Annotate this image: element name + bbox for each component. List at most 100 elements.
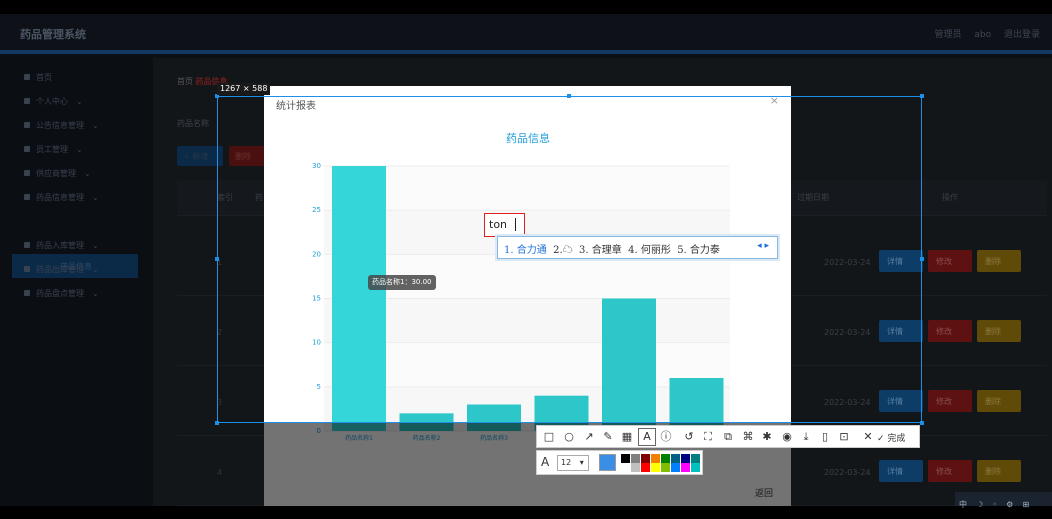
resize-handle[interactable]: [215, 421, 219, 425]
search-label: 药品名称: [177, 119, 209, 128]
chevron-down-icon: ⌄: [92, 193, 99, 202]
text-tool-icon[interactable]: A: [638, 428, 656, 446]
ime-indicator[interactable]: 中: [959, 500, 967, 509]
pen-tool-icon[interactable]: ✎: [600, 429, 616, 445]
color-swatch[interactable]: [641, 454, 650, 463]
edit-button[interactable]: 修改: [928, 390, 972, 412]
col-name: 药: [255, 193, 263, 202]
sidebar-item-suppliers[interactable]: 供应商管理 ⌄: [24, 168, 91, 179]
phone-icon[interactable]: ▯: [817, 429, 833, 445]
detail-button[interactable]: 详情: [879, 390, 923, 412]
detail-button[interactable]: 详情: [879, 460, 923, 482]
resize-handle[interactable]: [567, 94, 571, 98]
y-tick-label: 25: [312, 206, 321, 214]
close-icon[interactable]: ✕: [860, 429, 876, 445]
color-swatch[interactable]: [681, 463, 690, 472]
color-swatch[interactable]: [631, 454, 640, 463]
rectangle-tool-icon[interactable]: □: [541, 429, 557, 445]
sidebar-item-profile[interactable]: 个人中心 ⌄: [24, 96, 83, 107]
long-capture-icon[interactable]: ⌘: [740, 429, 756, 445]
chevron-down-icon: ⌄: [92, 265, 99, 274]
ime-page-arrows[interactable]: ◂ ▸: [757, 241, 769, 251]
bar-5[interactable]: [602, 298, 656, 432]
download-icon[interactable]: ⤓: [798, 429, 814, 445]
settings-icon[interactable]: ⚙: [1006, 500, 1013, 509]
color-swatch[interactable]: [691, 463, 700, 472]
resize-handle[interactable]: [215, 257, 219, 261]
ime-candidate[interactable]: 1. 合力通: [504, 245, 547, 256]
color-swatch[interactable]: [621, 454, 630, 463]
sidebar-item-drug-info[interactable]: 药品信息管理 ⌄: [24, 192, 99, 203]
ime-candidate[interactable]: 5. 合力泰: [677, 245, 720, 256]
ocr-icon[interactable]: ⧉: [720, 429, 736, 445]
text-annotation-input[interactable]: ton: [484, 213, 525, 237]
col-expiry[interactable]: 过期日期: [797, 192, 829, 203]
color-swatch[interactable]: [661, 463, 670, 472]
delete-row-button[interactable]: 删除: [977, 460, 1021, 482]
color-swatch[interactable]: [691, 454, 700, 463]
font-size-select[interactable]: 12 ▾: [557, 455, 589, 471]
sidebar-item-notices[interactable]: 公告信息管理 ⌄: [24, 120, 99, 131]
bookmark-icon[interactable]: ⊡: [836, 429, 852, 445]
detail-button[interactable]: 详情: [879, 250, 923, 272]
ime-candidate[interactable]: 2.: [553, 245, 563, 256]
staff-icon: [24, 146, 30, 152]
bar-3[interactable]: [467, 404, 521, 432]
translate-icon[interactable]: ⛶: [700, 429, 716, 445]
logout-link[interactable]: 退出登录: [1004, 30, 1040, 40]
current-color-swatch[interactable]: [599, 454, 616, 471]
color-swatch[interactable]: [661, 454, 670, 463]
sidebar-item-staff[interactable]: 员工管理 ⌄: [24, 144, 83, 155]
x-axis-ticks: 药品名称1 药品名称2 药品名称3: [345, 434, 508, 442]
delete-row-button[interactable]: 删除: [977, 320, 1021, 342]
color-palette: [621, 454, 701, 472]
delete-button[interactable]: 删除: [229, 146, 269, 166]
bar-1[interactable]: [332, 166, 386, 431]
selection-size-label: 1267 × 588: [217, 83, 271, 95]
ime-candidate[interactable]: 3. 合理章: [579, 245, 622, 256]
delete-row-button[interactable]: 删除: [977, 390, 1021, 412]
resize-handle[interactable]: [920, 94, 924, 98]
sidebar-item-stock-in[interactable]: 药品入库管理 ⌄: [24, 240, 99, 251]
sidebar-item-inventory[interactable]: 药品盘点管理 ⌄: [24, 288, 99, 299]
user-icon: [24, 98, 30, 104]
sidebar-item-home[interactable]: 首页: [24, 72, 52, 83]
grid-icon[interactable]: ⊞: [1022, 500, 1029, 509]
y-tick-label: 5: [317, 383, 321, 391]
add-button[interactable]: + 新增: [177, 146, 223, 166]
bar-2[interactable]: [399, 413, 454, 431]
bar-6[interactable]: [669, 378, 724, 431]
mosaic-tool-icon[interactable]: ▦: [619, 429, 635, 445]
resize-handle[interactable]: [920, 257, 924, 261]
color-swatch[interactable]: [631, 463, 640, 472]
edit-button[interactable]: 修改: [928, 460, 972, 482]
undo-icon[interactable]: ↺: [681, 429, 697, 445]
dot-icon[interactable]: ◦: [992, 500, 997, 509]
color-swatch[interactable]: [641, 463, 650, 472]
sidebar-item-stock-out[interactable]: 药品出库管理 ⌄: [24, 264, 99, 275]
arrow-tool-icon[interactable]: ↗: [581, 429, 597, 445]
number-tool-icon[interactable]: ⓘ: [658, 429, 674, 445]
back-button[interactable]: 返回: [755, 486, 773, 499]
color-swatch[interactable]: [671, 463, 680, 472]
edit-button[interactable]: 修改: [928, 320, 972, 342]
moon-icon[interactable]: ☽: [976, 500, 983, 509]
color-swatch[interactable]: [651, 463, 660, 472]
color-swatch[interactable]: [671, 454, 680, 463]
record-icon[interactable]: ◉: [779, 429, 795, 445]
color-swatch[interactable]: [651, 454, 660, 463]
delete-row-button[interactable]: 删除: [977, 250, 1021, 272]
ime-candidate[interactable]: 4. 何丽彤: [628, 245, 671, 256]
done-button[interactable]: ✓ 完成: [877, 431, 905, 444]
color-swatch[interactable]: [621, 463, 630, 472]
col-ops: 操作: [942, 193, 958, 202]
y-tick-label: 20: [312, 250, 321, 258]
color-swatch[interactable]: [681, 454, 690, 463]
edit-button[interactable]: 修改: [928, 250, 972, 272]
resize-handle[interactable]: [920, 421, 924, 425]
star-icon: [24, 266, 30, 272]
pin-tool-icon[interactable]: ✱: [759, 429, 775, 445]
app-title: 药品管理系统: [20, 28, 86, 41]
detail-button[interactable]: 详情: [879, 320, 923, 342]
ellipse-tool-icon[interactable]: ○: [561, 429, 577, 445]
